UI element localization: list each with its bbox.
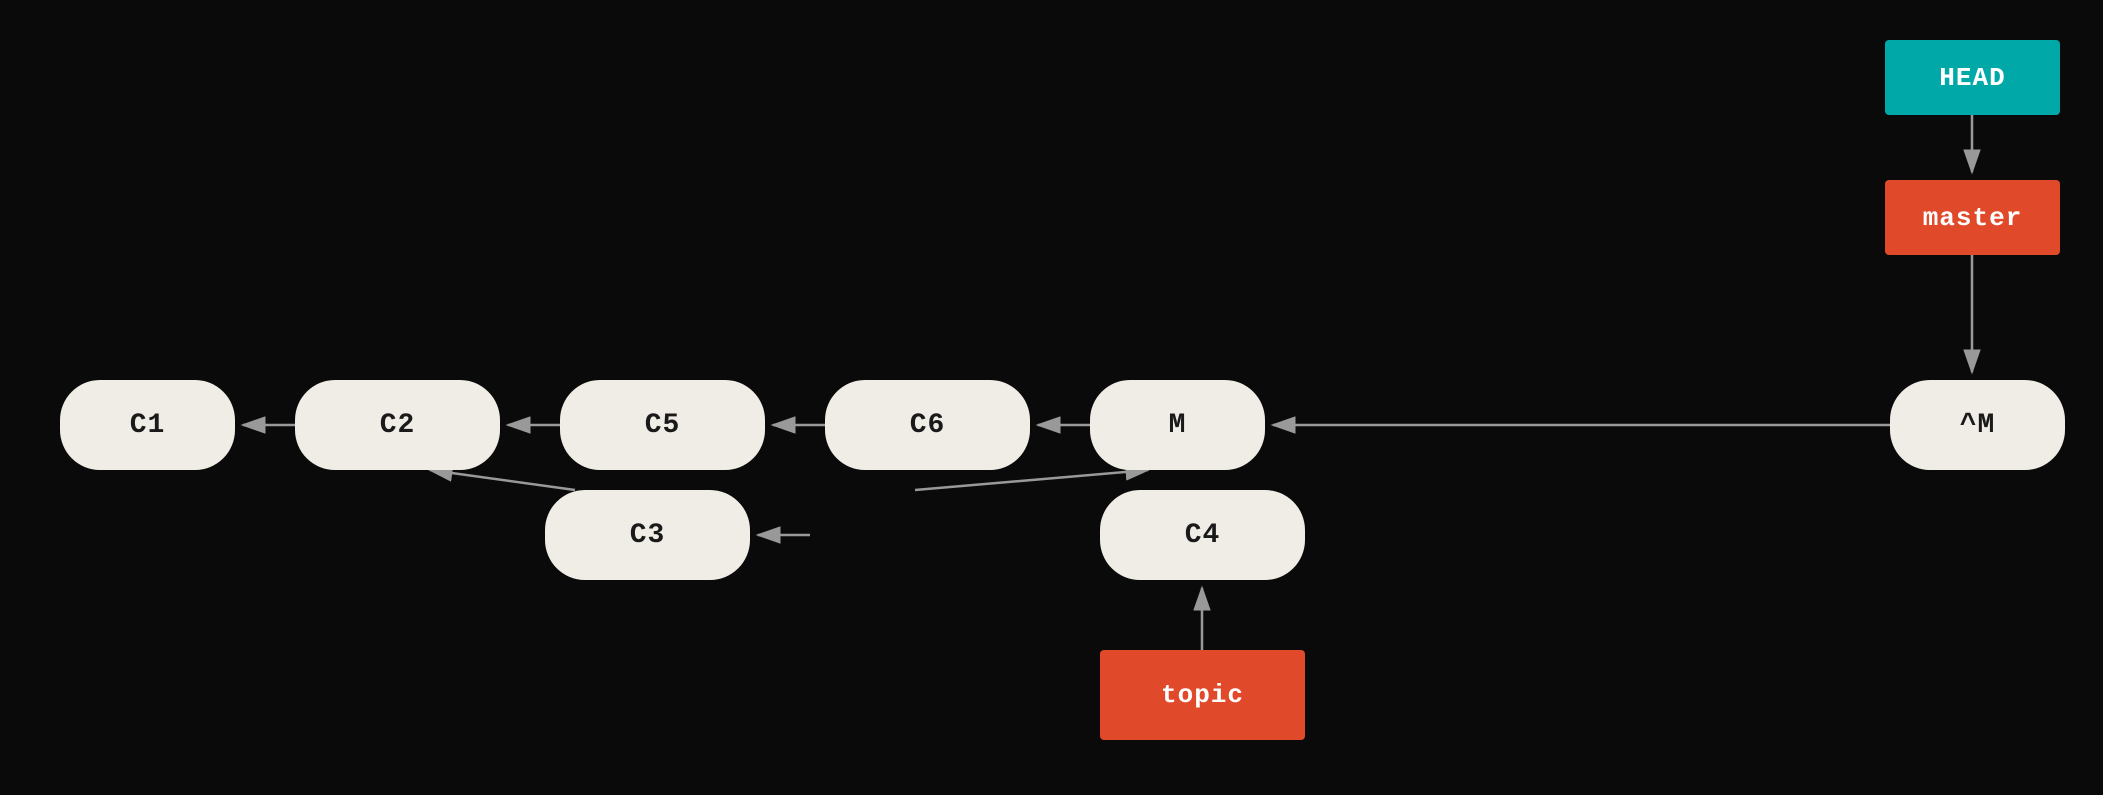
commit-c1: C1 [60,380,235,470]
commit-c5: C5 [560,380,765,470]
commit-m: M [1090,380,1265,470]
commit-cm: ^M [1890,380,2065,470]
label-master: master [1885,180,2060,255]
commit-c6: C6 [825,380,1030,470]
git-diagram: C1 C2 C5 C6 M ^M C3 C4 HEAD master topic [0,0,2103,795]
commit-c2: C2 [295,380,500,470]
commit-c4: C4 [1100,490,1305,580]
label-topic: topic [1100,650,1305,740]
commit-c3: C3 [545,490,750,580]
label-head: HEAD [1885,40,2060,115]
